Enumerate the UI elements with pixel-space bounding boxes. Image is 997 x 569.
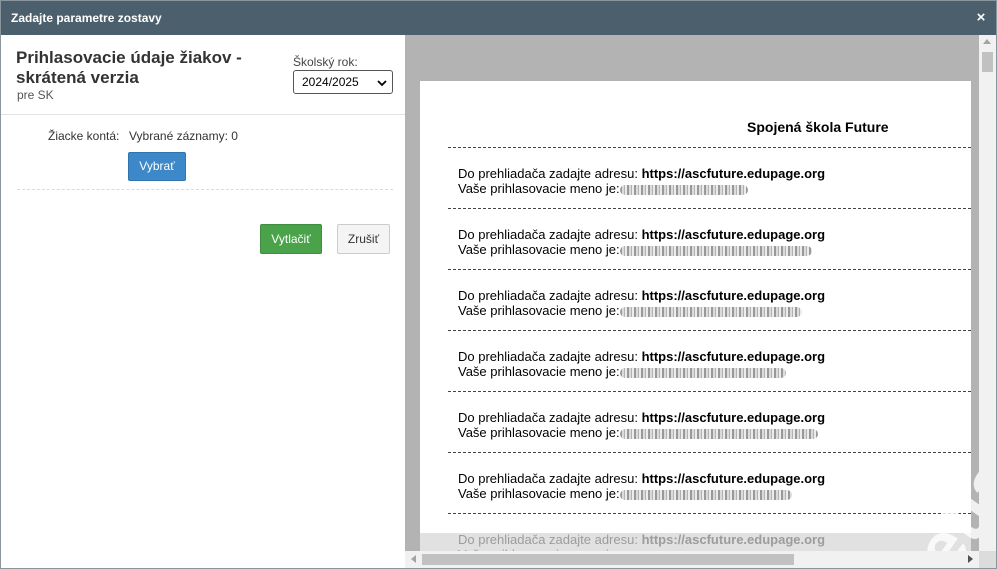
login-entry: Do prehliadača zadajte adresu: https://a… bbox=[458, 471, 826, 501]
school-year-value: 2024/2025 bbox=[302, 75, 359, 89]
selected-records-count: Vybrané záznamy: 0 bbox=[129, 129, 238, 143]
select-button[interactable]: Vybrať bbox=[128, 152, 186, 181]
entry-separator bbox=[448, 147, 971, 148]
entry-separator bbox=[448, 391, 971, 392]
vertical-scrollbar[interactable] bbox=[979, 35, 996, 551]
print-preview[interactable]: Spojená škola Future Do prehliadača zada… bbox=[405, 35, 996, 568]
report-parameters-dialog: Zadajte parametre zostavy × Prihlasovaci… bbox=[0, 0, 997, 569]
preview-page: Spojená škola Future Do prehliadača zada… bbox=[420, 81, 971, 561]
login-entry: Do prehliadača zadajte adresu: https://a… bbox=[458, 288, 826, 318]
horizontal-scrollbar[interactable] bbox=[405, 551, 979, 568]
entry-separator bbox=[448, 452, 971, 453]
report-subheading: pre SK bbox=[17, 88, 54, 102]
entry-separator bbox=[448, 269, 971, 270]
vertical-scroll-thumb[interactable] bbox=[982, 52, 993, 72]
login-entry: Do prehliadača zadajte adresu: https://a… bbox=[458, 166, 826, 196]
school-year-select[interactable]: 2024/2025 bbox=[293, 70, 393, 94]
close-icon[interactable]: × bbox=[972, 8, 990, 26]
print-button[interactable]: Vytlačiť bbox=[260, 224, 322, 254]
login-entry: Do prehliadača zadajte adresu: https://a… bbox=[458, 410, 826, 440]
scrollbar-corner bbox=[979, 551, 996, 568]
divider bbox=[1, 114, 405, 115]
divider bbox=[17, 189, 393, 190]
chevron-down-icon bbox=[377, 80, 387, 87]
dialog-titlebar: Zadajte parametre zostavy × bbox=[1, 1, 996, 35]
report-heading: Prihlasovacie údaje žiakov - skrátená ve… bbox=[16, 48, 242, 87]
entry-separator bbox=[448, 513, 971, 514]
login-entry: Do prehliadača zadajte adresu: https://a… bbox=[458, 349, 826, 379]
student-accounts-label: Žiacke kontá: bbox=[48, 129, 120, 143]
parameters-panel: Prihlasovacie údaje žiakov - skrátená ve… bbox=[1, 35, 405, 568]
entry-separator bbox=[448, 330, 971, 331]
dialog-title: Zadajte parametre zostavy bbox=[11, 11, 162, 25]
scroll-left-icon[interactable] bbox=[411, 555, 416, 563]
horizontal-scroll-thumb[interactable] bbox=[422, 554, 794, 565]
scroll-up-icon[interactable] bbox=[983, 39, 991, 44]
entry-separator bbox=[448, 208, 971, 209]
login-entry: Do prehliadača zadajte adresu: https://a… bbox=[458, 227, 826, 257]
school-name: Spojená škola Future bbox=[747, 119, 889, 135]
scroll-right-icon[interactable] bbox=[968, 555, 973, 563]
cancel-button[interactable]: Zrušiť bbox=[337, 224, 390, 254]
school-year-label: Školský rok: bbox=[293, 55, 358, 69]
